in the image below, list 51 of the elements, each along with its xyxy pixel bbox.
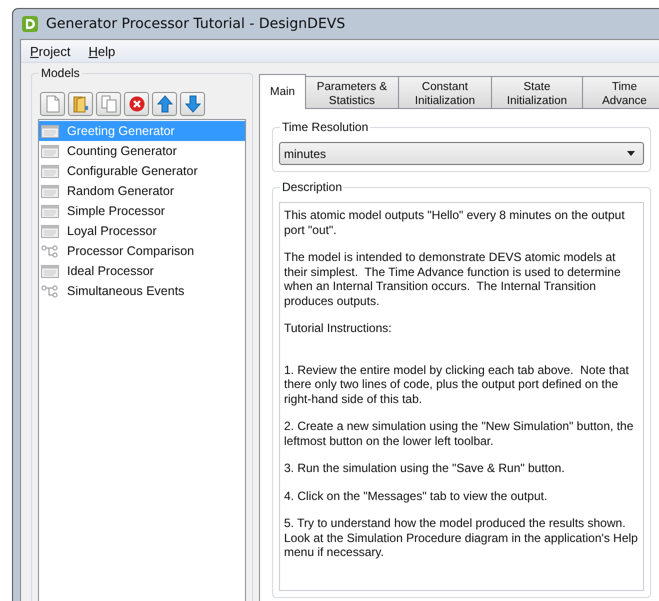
window-icon [41,144,59,158]
window-icon [41,204,59,218]
model-list-item[interactable]: Loyal Processor [39,221,245,241]
toolbar-button[interactable] [68,92,93,116]
up-arrow-icon [156,95,172,113]
group-title: Models [39,66,82,80]
description-paragraph: The model is intended to demonstrate DEVS atomic models at their simplest. The Time Advance function is used to determine when an Internal Transition occurs. The Internal Transition produces outputs. [284,250,622,308]
tab[interactable]: Parameters & Statistics [304,76,399,108]
toolbar-button[interactable] [152,92,177,116]
model-list-item[interactable]: Random Generator [39,181,245,201]
model-list-item[interactable]: Processor Comparison [39,241,245,261]
window-title: Generator Processor Tutorial - DesignDEVS [46,16,346,32]
model-list-item[interactable]: Simple Processor [39,201,245,221]
instruction-step: 4. Click on the "Messages" tab to view the output. [284,488,639,503]
description-paragraph: Tutorial Instructions: [284,321,393,336]
tab[interactable]: Main [259,74,306,109]
delete-icon [128,96,144,112]
document-icon [46,95,60,113]
folder-icon [72,95,88,113]
description-paragraph: This atomic model outputs "Hello" every 8 minutes on the output port "out". [284,208,626,237]
dropdown-arrow-icon [627,151,635,156]
toolbar-button[interactable] [124,92,149,116]
window-icon [41,184,59,198]
window-icon [41,164,59,178]
hierarchy-icon [41,284,59,298]
toolbar-button[interactable] [180,92,205,116]
tab[interactable]: Time Advance [582,76,659,108]
tab[interactable]: Constant Initialization [398,76,492,108]
down-arrow-icon [184,95,200,113]
app-logo-icon [22,16,38,32]
toolbar-button[interactable] [96,92,121,116]
group-title: Time Resolution [280,120,370,134]
instruction-step: 1. Review the entire model by clicking each tab above. Note that there only two lines of code, plus the output port defined on the right-hand side of this tab. [284,362,639,406]
tab[interactable]: State Initialization [490,76,583,108]
hierarchy-icon [41,244,59,258]
model-list-item[interactable]: Counting Generator [39,141,245,161]
toolbar-button[interactable] [40,92,65,116]
instruction-step: 2. Create a new simulation using the "New Simulation" button, the leftmost button on the lower left toolbar. [284,419,639,448]
window-icon [41,264,59,278]
menu-item[interactable]: Project [30,44,70,58]
model-list-item[interactable]: Configurable Generator [39,161,245,181]
instruction-step: 5. Try to understand how the model produced the results shown. Look at the Simulation Procedure diagram in the application's Help menu if necessary. [284,516,639,560]
instruction-step: 3. Run the simulation using the "Save & Run" button. [284,461,639,476]
window-icon [41,224,59,238]
model-list-item[interactable]: Simultaneous Events [39,281,245,301]
time-resolution-dropdown[interactable]: minutes [279,142,644,165]
group-title: Description [280,180,344,194]
window-icon [41,124,59,138]
copy-icon [100,95,116,113]
model-list-item[interactable]: Ideal Processor [39,261,245,281]
menu-item[interactable]: Help [88,44,116,58]
